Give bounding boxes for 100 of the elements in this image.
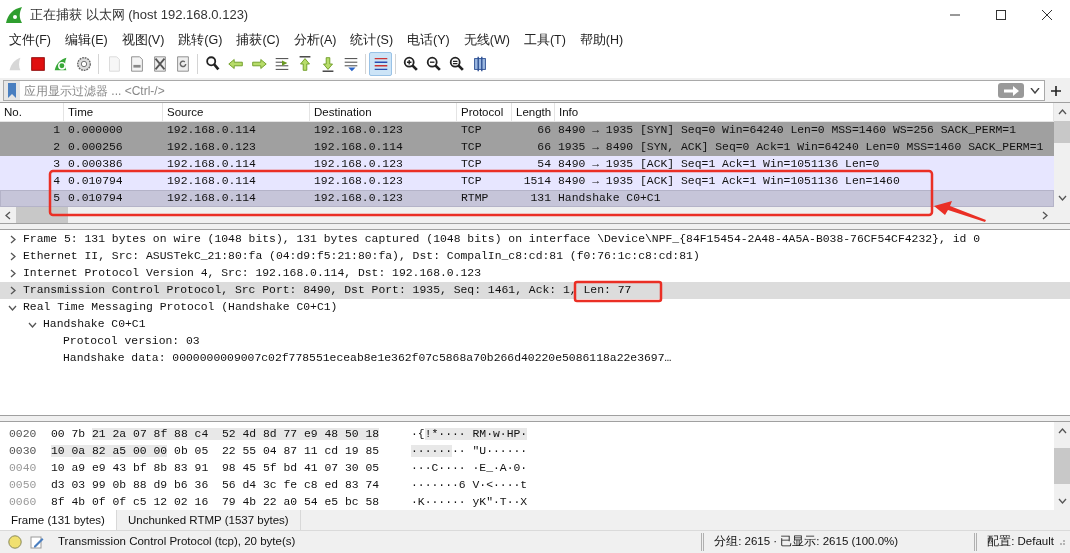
- table-cell-text: 2: [52, 140, 61, 155]
- menu-item[interactable]: 编辑(E): [57, 30, 115, 50]
- chevron-right-icon[interactable]: [9, 286, 16, 295]
- table-cell-text: 192.168.0.123: [313, 157, 404, 172]
- stop-icon: [28, 55, 47, 73]
- menu-item[interactable]: 工具(T): [516, 30, 573, 50]
- chevron-right-icon[interactable]: [9, 235, 16, 244]
- menu-item[interactable]: 视图(V): [114, 30, 172, 50]
- ascii-text: ······: [411, 445, 452, 457]
- menu-item[interactable]: 捕获(C): [229, 30, 287, 50]
- menu-item[interactable]: 统计(S): [343, 30, 401, 50]
- packet-row[interactable]: 3 0.000386 192.168.0.114 192.168.0.123 TCP 54 8490 → 1935 [ACK] Seq=1 Ack=1 Win=1051136 Len=0: [0, 156, 1054, 173]
- table-cell-text: 8490 → 1935 [SYN] Seq=0 Win=64240 Len=0 MSS=1460 WS=256 SACK_PERM=1: [557, 123, 1017, 138]
- scrollbar-thumb[interactable]: [16, 207, 68, 223]
- tree-item-label: Transmission Control Protocol, Src Port: 8490, Dst Port: 1935, Seq: 1461, Ack: 1, Len: 77: [23, 283, 632, 298]
- menu-item[interactable]: 分析(A): [286, 30, 344, 50]
- forward-arrow-icon: [249, 55, 268, 73]
- menu-item[interactable]: 文件(F): [2, 30, 58, 50]
- hex-bytes: 0b 05 22 55 04 87 11 cd 19 85: [174, 445, 380, 457]
- back-arrow-icon: [226, 55, 245, 73]
- table-cell-text: 192.168.0.114: [313, 140, 404, 155]
- column-header[interactable]: No.: [0, 103, 64, 121]
- table-cell-text: 192.168.0.123: [313, 123, 404, 138]
- column-header[interactable]: Time: [64, 103, 163, 121]
- tree-row[interactable]: Handshake data: 0000000009007c02f778551eceab8e1e362f07c5868a70b266d40220e5086118a22e3697…: [0, 350, 1070, 367]
- tab[interactable]: Frame (131 bytes): [0, 510, 117, 530]
- tree-item-label: Handshake data: 0000000009007c02f778551eceab8e1e362f07c5868a70b266d40220e5086118a22e3697…: [63, 351, 672, 366]
- chevron-down-icon[interactable]: [8, 304, 17, 311]
- chevron-right-icon[interactable]: [9, 269, 16, 278]
- byte-offset: 0030: [9, 444, 38, 459]
- table-cell-text: TCP: [460, 174, 483, 189]
- ascii-text: !*···· RM·w·HP·: [424, 428, 528, 440]
- table-cell-text: TCP: [460, 140, 483, 155]
- tree-item-label: Internet Protocol Version 4, Src: 192.168.0.114, Dst: 192.168.0.123: [23, 266, 481, 281]
- scroll-right-icon[interactable]: [1042, 210, 1048, 220]
- scrollbar-thumb[interactable]: [1054, 448, 1070, 484]
- menu-item[interactable]: 无线(W): [456, 30, 517, 50]
- tree-row[interactable]: Real Time Messaging Protocol (Handshake C0+C1): [0, 299, 1070, 316]
- ascii-text: ·K······ yK"·T··X: [411, 496, 528, 508]
- byte-offset: 0040: [9, 461, 38, 476]
- table-cell-text: 1: [52, 123, 61, 138]
- menu-item[interactable]: 跳转(G): [171, 30, 230, 50]
- tree-row[interactable]: Internet Protocol Version 4, Src: 192.168.0.114, Dst: 192.168.0.123: [0, 265, 1070, 282]
- apply-button[interactable]: [998, 83, 1024, 98]
- table-cell-text: 0.000256: [67, 140, 124, 155]
- packet-row[interactable]: 1 0.000000 192.168.0.114 192.168.0.123 TCP 66 8490 → 1935 [SYN] Seq=0 Win=64240 Len=0 MSS=1460 WS=256 SACK_PERM=1: [0, 122, 1054, 139]
- table-cell-text: 1935 → 8490 [SYN, ACK] Seq=0 Ack=1 Win=64240 Len=0 MSS=1460 SACK_PERM=1: [557, 140, 1045, 155]
- pencil-icon[interactable]: [30, 534, 44, 549]
- packet-row[interactable]: 4 0.010794 192.168.0.114 192.168.0.123 TCP 1514 8490 → 1935 [ACK] Seq=1 Ack=1 Win=1051136 Len=1460: [0, 173, 1054, 190]
- column-header[interactable]: Source: [163, 103, 310, 121]
- table-cell-text: 192.168.0.114: [166, 157, 257, 172]
- tree-row[interactable]: Handshake C0+C1: [0, 316, 1070, 333]
- tree-item-label: Ethernet II, Src: ASUSTekC_21:80:fa (04:d9:f5:21:80:fa), Dst: CompalIn_c8:cd:81 (f0:76:1c:c8:cd:81): [23, 249, 700, 264]
- menu-item[interactable]: 电话(Y): [400, 30, 457, 50]
- profile-label[interactable]: 配置: Default: [987, 532, 1054, 551]
- app-logo-icon: [4, 5, 24, 25]
- hex-bytes: 10 0a 82 a5 00 00: [51, 445, 168, 457]
- zoom-in-icon: [401, 55, 420, 73]
- add-icon[interactable]: [1051, 85, 1061, 96]
- search-icon: [203, 55, 222, 73]
- hex-bytes: 8f 4b 0f 0f c5 12 02 16 79 4b 22 a0 54 e5 bc 58: [51, 496, 380, 508]
- ascii-text: ···C···· ·E_·A·0·: [411, 462, 528, 474]
- maximize-icon: [995, 10, 1007, 20]
- scroll-up-icon[interactable]: [1057, 109, 1067, 115]
- dropdown-icon[interactable]: [1030, 87, 1040, 94]
- scrollbar-thumb[interactable]: [1054, 121, 1070, 143]
- scrollbar[interactable]: [1054, 103, 1070, 207]
- scrollbar[interactable]: [1054, 422, 1070, 510]
- scroll-down-icon[interactable]: [1057, 195, 1067, 201]
- tree-row[interactable]: Protocol version: 03: [0, 333, 1070, 350]
- packet-count: 分组: 2615 · 已显示: 2615 (100.0%): [714, 533, 899, 549]
- window-title: 正在捕获 以太网 (host 192.168.0.123): [30, 6, 249, 25]
- ascii-text: ·{: [411, 428, 425, 440]
- table-cell-text: 192.168.0.114: [166, 191, 257, 206]
- table-cell-text: 192.168.0.123: [166, 140, 257, 155]
- table-cell-text: 66: [536, 123, 552, 138]
- table-cell-text: 4: [52, 174, 61, 189]
- column-header[interactable]: Protocol: [457, 103, 512, 121]
- table-cell-text: TCP: [460, 157, 483, 172]
- packet-row[interactable]: 5 0.010794 192.168.0.114 192.168.0.123 RTMP 131 Handshake C0+C1: [0, 190, 1054, 207]
- tree-row[interactable]: Transmission Control Protocol, Src Port: 8490, Dst Port: 1935, Seq: 1461, Ack: 1, Len: 77: [0, 282, 1070, 299]
- table-cell-text: 3: [52, 157, 61, 172]
- close-icon: [1041, 10, 1053, 20]
- table-cell-text: 8490 → 1935 [ACK] Seq=1 Ack=1 Win=1051136 Len=1460: [557, 174, 901, 189]
- filter-bar[interactable]: 应用显示过滤器 ... <Ctrl-/>: [3, 80, 1045, 101]
- scroll-down-icon[interactable]: [1057, 498, 1067, 504]
- tree-row[interactable]: Ethernet II, Src: ASUSTekC_21:80:fa (04:d9:f5:21:80:fa), Dst: CompalIn_c8:cd:81 (f0:76:1c:c8:cd:81): [0, 248, 1070, 265]
- scroll-left-icon[interactable]: [5, 210, 11, 220]
- tree-item-label: Protocol version: 03: [63, 334, 200, 349]
- scroll-up-icon[interactable]: [1057, 428, 1067, 434]
- chevron-down-icon[interactable]: [28, 321, 37, 328]
- table-cell-text: 54: [536, 157, 552, 172]
- menu-item[interactable]: 帮助(H): [572, 30, 631, 50]
- table-cell-text: 192.168.0.123: [313, 191, 404, 206]
- column-header[interactable]: Destination: [310, 103, 457, 121]
- packet-row[interactable]: 2 0.000256 192.168.0.123 192.168.0.114 TCP 66 1935 → 8490 [SYN, ACK] Seq=0 Ack=1 Win=64240 Len=0 MSS=1460 SACK_PERM=1: [0, 139, 1054, 156]
- chevron-right-icon[interactable]: [9, 252, 16, 261]
- column-header[interactable]: Length: [512, 103, 555, 121]
- table-cell-text: TCP: [460, 123, 483, 138]
- tree-row[interactable]: Frame 5: 131 bytes on wire (1048 bits), 131 bytes captured (1048 bits) on interface \Device\NPF_{84F15454-2A48-4A5A-B038-76CF54CF4232}, id 0: [0, 231, 1070, 248]
